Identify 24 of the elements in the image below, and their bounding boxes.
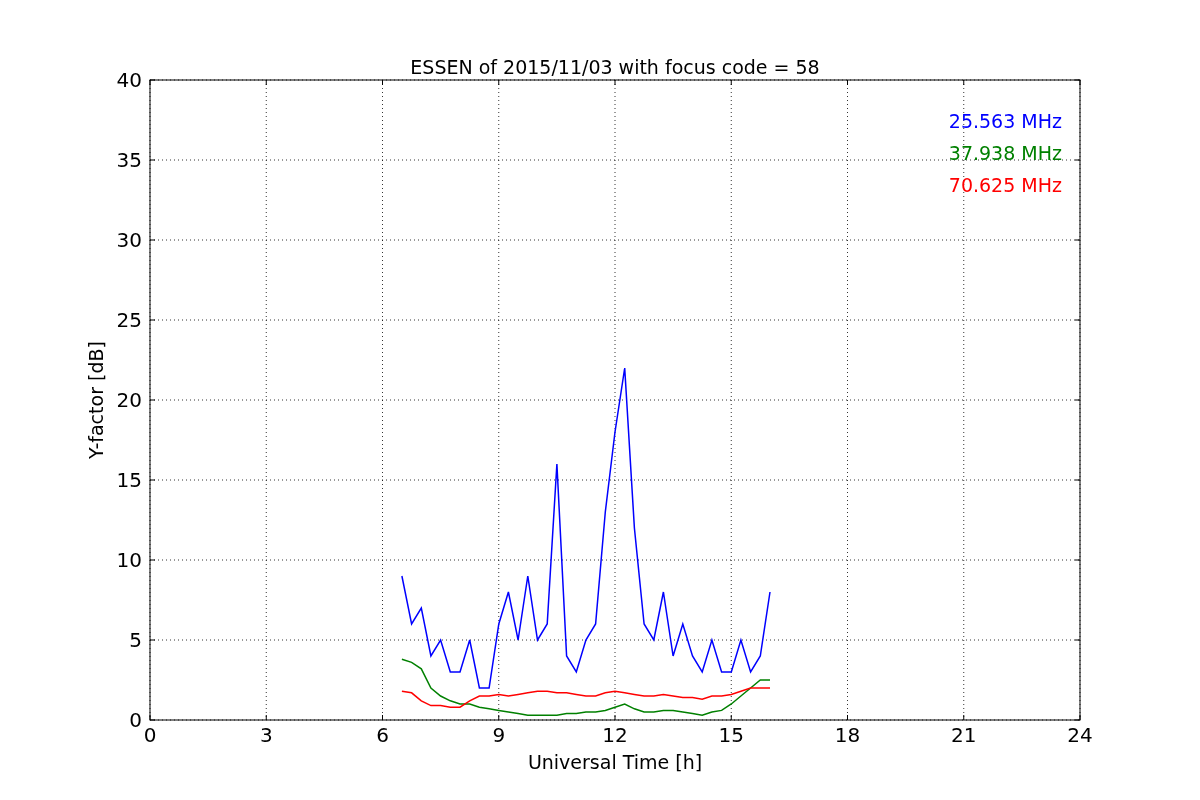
tick-label: 5 — [129, 628, 142, 652]
tick-label: 21 — [951, 723, 977, 747]
axis-label: Y-factor [dB] — [85, 341, 107, 459]
tick-label: 12 — [602, 723, 628, 747]
tick-label: 40 — [116, 68, 142, 92]
tick-label: 15 — [116, 468, 142, 492]
tick-label: 20 — [116, 388, 142, 412]
tick-label: 0 — [143, 723, 157, 747]
tick-label: 10 — [116, 548, 142, 572]
tick-label: 35 — [116, 148, 142, 172]
chart-title: ESSEN of 2015/11/03 with focus code = 58 — [410, 56, 820, 78]
tick-label: 9 — [492, 723, 506, 747]
tick-label: 15 — [718, 723, 744, 747]
tick-label: 30 — [116, 228, 142, 252]
tick-label: 6 — [376, 723, 389, 747]
legend-label: 37.938 MHz — [948, 142, 1062, 164]
tick-label: 24 — [1067, 723, 1093, 747]
tick-label: 18 — [834, 723, 861, 747]
axis-label: Universal Time [h] — [527, 751, 703, 773]
legend-label: 70.625 MHz — [948, 174, 1062, 196]
tick-label: 3 — [259, 723, 273, 747]
tick-label: 25 — [116, 308, 142, 332]
tick-label: 0 — [129, 708, 142, 732]
legend-label: 25.563 MHz — [948, 110, 1062, 132]
